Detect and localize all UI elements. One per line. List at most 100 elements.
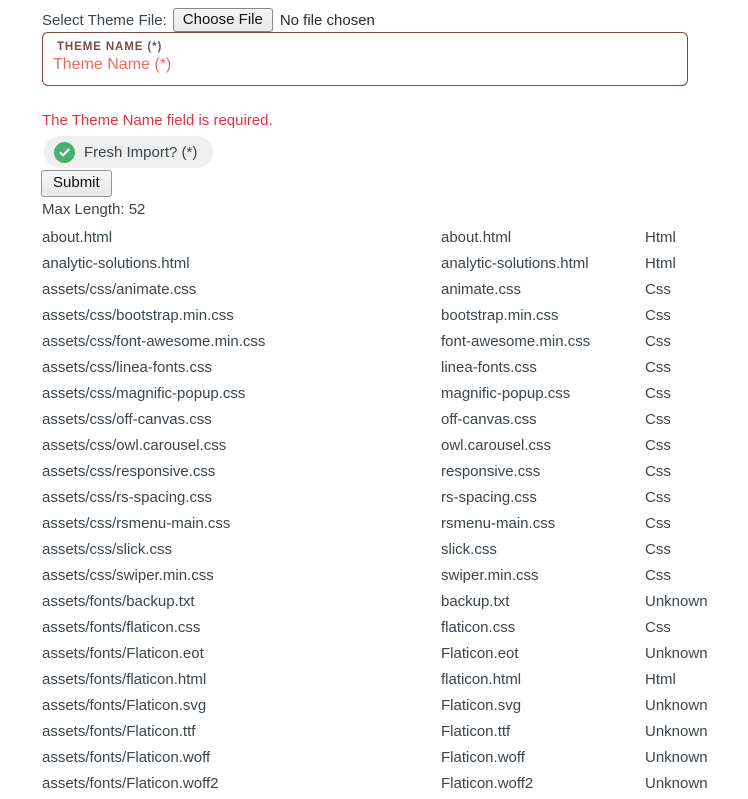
file-type-cell: Unknown [645,697,708,714]
file-name-cell: analytic-solutions.html [441,255,589,272]
file-name-cell: bootstrap.min.css [441,307,559,324]
file-list-row: assets/fonts/Flaticon.woff Flaticon.woff U… [0,745,748,771]
file-name-cell: rs-spacing.css [441,489,537,506]
file-type-cell: Html [645,255,676,272]
file-list-row: assets/fonts/Flaticon.ttf Flaticon.ttf Unk… [0,719,748,745]
select-theme-file-label: Select Theme File: [42,11,167,29]
file-path-cell: assets/fonts/flaticon.html [42,671,207,688]
file-path-cell: analytic-solutions.html [42,255,190,272]
file-type-cell: Css [645,489,671,506]
file-path-cell: assets/fonts/Flaticon.ttf [42,723,196,740]
file-name-cell: Flaticon.woff2 [441,775,534,792]
file-type-cell: Css [645,619,671,636]
file-path-cell: assets/css/owl.carousel.css [42,437,227,454]
theme-name-legend: THEME NAME (*) [57,41,163,53]
file-list-row: assets/css/off-canvas.css off-canvas.css C… [0,407,748,433]
file-type-cell: Css [645,515,671,532]
file-list-row: assets/fonts/Flaticon.svg Flaticon.svg Unk… [0,693,748,719]
file-name-cell: font-awesome.min.css [441,333,591,350]
file-type-cell: Html [645,229,676,246]
file-list-row: about.html about.html Html [0,225,748,251]
file-path-cell: assets/css/swiper.min.css [42,567,214,584]
file-path-cell: assets/css/bootstrap.min.css [42,307,234,324]
file-path-cell: assets/css/slick.css [42,541,173,558]
file-name-cell: responsive.css [441,463,541,480]
file-path-cell: assets/css/magnific-popup.css [42,385,246,402]
file-name-cell: off-canvas.css [441,411,537,428]
file-type-cell: Unknown [645,775,708,792]
file-name-cell: animate.css [441,281,522,298]
file-type-cell: Css [645,333,671,350]
file-type-cell: Unknown [645,593,708,610]
file-list-row: analytic-solutions.html analytic-solution… [0,251,748,277]
file-list-row: assets/css/slick.css slick.css Css [0,537,748,563]
theme-name-field[interactable]: THEME NAME (*) [42,32,688,86]
file-list-row: assets/css/rsmenu-main.css rsmenu-main.cs… [0,511,748,537]
file-list-row: assets/fonts/backup.txt backup.txt Unknown [0,589,748,615]
theme-file-picker-row: Select Theme File: Choose File No file c… [42,8,375,32]
file-name-cell: magnific-popup.css [441,385,571,402]
max-length-note: Max Length: 52 [42,201,146,218]
file-list-row: assets/css/swiper.min.css swiper.min.css C… [0,563,748,589]
file-name-cell: Flaticon.woff [441,749,525,766]
file-path-cell: about.html [42,229,113,246]
file-list-row: assets/fonts/flaticon.css flaticon.css Css [0,615,748,641]
file-type-cell: Css [645,281,671,298]
file-path-cell: assets/fonts/Flaticon.eot [42,645,204,662]
file-list-row: assets/css/font-awesome.min.css font-awes… [0,329,748,355]
file-path-cell: assets/fonts/Flaticon.woff [42,749,211,766]
check-circle-icon [54,141,75,163]
file-type-cell: Css [645,411,671,428]
file-path-cell: assets/fonts/backup.txt [42,593,195,610]
submit-button[interactable]: Submit [41,170,112,197]
file-path-cell: assets/css/font-awesome.min.css [42,333,266,350]
file-name-cell: owl.carousel.css [441,437,552,454]
file-path-cell: assets/css/rsmenu-main.css [42,515,231,532]
file-name-cell: Flaticon.svg [441,697,522,714]
file-name-cell: swiper.min.css [441,567,539,584]
file-list-row: assets/fonts/Flaticon.eot Flaticon.eot Unk… [0,641,748,667]
file-type-cell: Css [645,307,671,324]
file-list-row: assets/css/rs-spacing.css rs-spacing.css C… [0,485,748,511]
file-path-cell: assets/css/linea-fonts.css [42,359,213,376]
theme-name-error-message: The Theme Name field is required. [42,112,273,129]
file-name-cell: rsmenu-main.css [441,515,556,532]
file-list-row: assets/css/responsive.css responsive.css C… [0,459,748,485]
theme-file-list: about.html about.html Html analytic-solutio… [0,225,748,797]
file-path-cell: assets/css/animate.css [42,281,197,298]
file-path-cell: assets/fonts/flaticon.css [42,619,201,636]
file-name-cell: about.html [441,229,512,246]
file-name-cell: slick.css [441,541,497,558]
file-path-cell: assets/css/off-canvas.css [42,411,212,428]
file-type-cell: Css [645,385,671,402]
theme-name-input[interactable] [53,56,633,74]
file-path-cell: assets/fonts/Flaticon.svg [42,697,207,714]
file-chosen-status: No file chosen [279,11,375,29]
file-type-cell: Css [645,359,671,376]
file-name-cell: Flaticon.eot [441,645,519,662]
fresh-import-label: Fresh Import? (*) [84,143,198,161]
file-list-row: assets/fonts/Flaticon.woff2 Flaticon.woff… [0,771,748,797]
file-name-cell: Flaticon.ttf [441,723,511,740]
file-type-cell: Css [645,437,671,454]
file-type-cell: Css [645,463,671,480]
file-path-cell: assets/css/responsive.css [42,463,216,480]
file-list-row: assets/css/linea-fonts.css linea-fonts.cs… [0,355,748,381]
file-list-row: assets/fonts/flaticon.html flaticon.html H… [0,667,748,693]
fresh-import-toggle[interactable]: Fresh Import? (*) [44,136,214,168]
file-list-row: assets/css/magnific-popup.css magnific-po… [0,381,748,407]
file-name-cell: flaticon.html [441,671,522,688]
file-name-cell: backup.txt [441,593,510,610]
file-name-cell: linea-fonts.css [441,359,537,376]
file-list-row: assets/css/bootstrap.min.css bootstrap.mi… [0,303,748,329]
file-type-cell: Unknown [645,645,708,662]
file-path-cell: assets/css/rs-spacing.css [42,489,213,506]
file-path-cell: assets/fonts/Flaticon.woff2 [42,775,219,792]
file-type-cell: Unknown [645,723,708,740]
choose-file-button[interactable]: Choose File [172,8,273,32]
file-list-row: assets/css/animate.css animate.css Css [0,277,748,303]
file-type-cell: Unknown [645,749,708,766]
file-list-row: assets/css/owl.carousel.css owl.carousel.… [0,433,748,459]
file-type-cell: Css [645,541,671,558]
file-type-cell: Css [645,567,671,584]
